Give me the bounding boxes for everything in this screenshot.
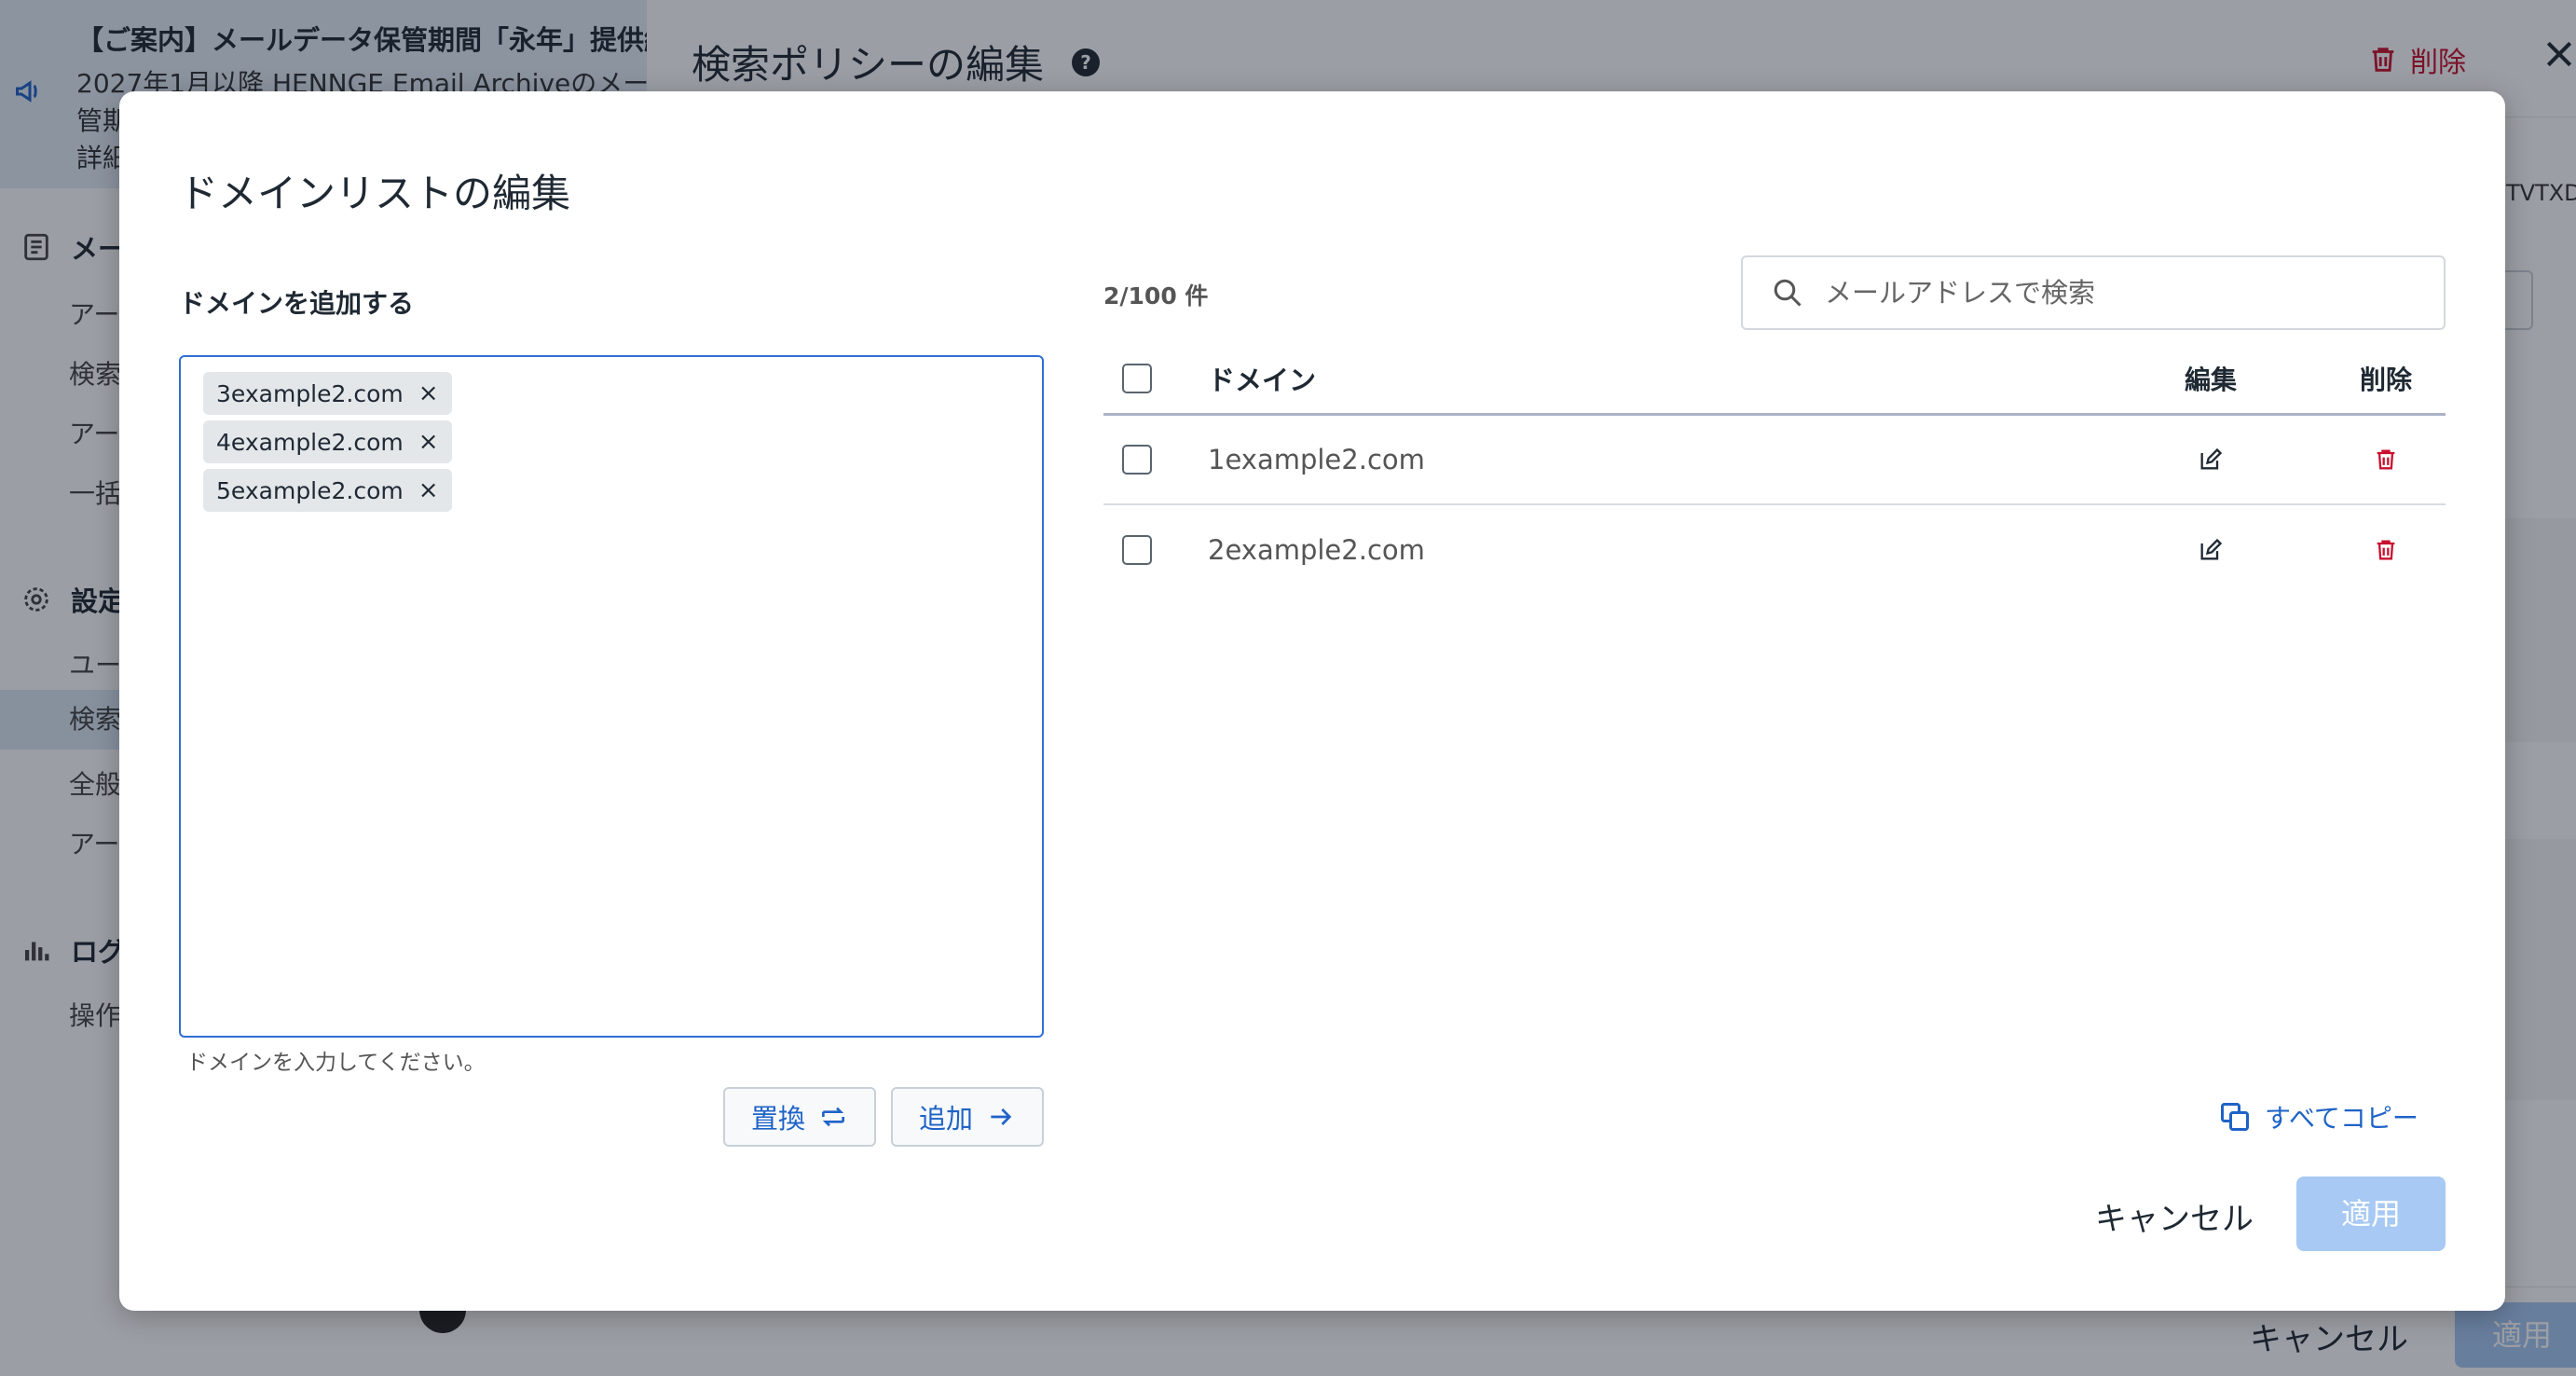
- table-row: 1example2.com: [1103, 416, 2446, 505]
- domain-input-area[interactable]: 3example2.com × 4example2.com × 5example2.…: [179, 355, 1044, 1038]
- search-box[interactable]: [1741, 255, 2446, 330]
- copy-icon: [2221, 1103, 2249, 1131]
- trash-icon: [2377, 449, 2395, 470]
- column-header-domain: ドメイン: [1208, 364, 1317, 396]
- replace-button[interactable]: 置換: [723, 1087, 876, 1147]
- copy-all-button[interactable]: すべてコピー: [2218, 1098, 2418, 1135]
- swap-icon: [822, 1107, 844, 1127]
- row-checkbox[interactable]: [1122, 535, 1152, 565]
- add-button[interactable]: 追加: [891, 1087, 1044, 1147]
- row-domain: 1example2.com: [1208, 444, 1425, 475]
- domain-chip: 5example2.com ×: [203, 469, 452, 512]
- apply-button[interactable]: 適用: [2296, 1176, 2446, 1251]
- add-domain-label: ドメインを追加する: [179, 288, 415, 319]
- edit-icon: [2200, 538, 2223, 560]
- modal-title: ドメインリストの編集: [179, 171, 571, 216]
- replace-button-label: 置換: [750, 1103, 805, 1135]
- domain-table: ドメイン 編集 削除 1example2.com 2example2.com: [1103, 343, 2446, 595]
- chip-remove-icon[interactable]: ×: [418, 478, 439, 502]
- search-icon: [1774, 279, 1802, 307]
- edit-domain-list-modal: ドメインリストの編集 ドメインを追加する 3example2.com × 4exa…: [119, 91, 2505, 1311]
- search-input[interactable]: [1825, 277, 2421, 309]
- row-checkbox[interactable]: [1122, 445, 1152, 475]
- edit-icon: [2200, 447, 2223, 470]
- table-row: 2example2.com: [1103, 505, 2446, 595]
- row-delete-button[interactable]: [2349, 537, 2423, 563]
- domain-helper-text: ドメインを入力してください。: [186, 1051, 486, 1075]
- chip-label: 5example2.com: [216, 476, 404, 504]
- copy-all-label: すべてコピー: [2265, 1103, 2418, 1134]
- table-header: ドメイン 編集 削除: [1103, 343, 2446, 416]
- chip-label: 4example2.com: [216, 428, 404, 456]
- arrow-right-icon: [991, 1108, 1012, 1125]
- row-edit-button[interactable]: [2173, 537, 2248, 563]
- row-edit-button[interactable]: [2173, 447, 2248, 473]
- chip-label: 3example2.com: [216, 379, 404, 407]
- add-button-label: 追加: [918, 1103, 973, 1135]
- domain-count: 2/100 件: [1103, 282, 1209, 310]
- column-header-delete: 削除: [2359, 364, 2412, 395]
- column-header-edit: 編集: [2184, 364, 2237, 395]
- domain-chip: 3example2.com ×: [203, 372, 452, 415]
- row-delete-button[interactable]: [2349, 447, 2423, 473]
- cancel-button[interactable]: キャンセル: [2095, 1193, 2254, 1239]
- select-all-checkbox[interactable]: [1122, 363, 1152, 393]
- row-domain: 2example2.com: [1208, 534, 1425, 566]
- chip-remove-icon[interactable]: ×: [418, 381, 439, 406]
- chip-remove-icon[interactable]: ×: [418, 430, 439, 454]
- trash-icon: [2377, 540, 2395, 560]
- domain-chip: 4example2.com ×: [203, 420, 452, 463]
